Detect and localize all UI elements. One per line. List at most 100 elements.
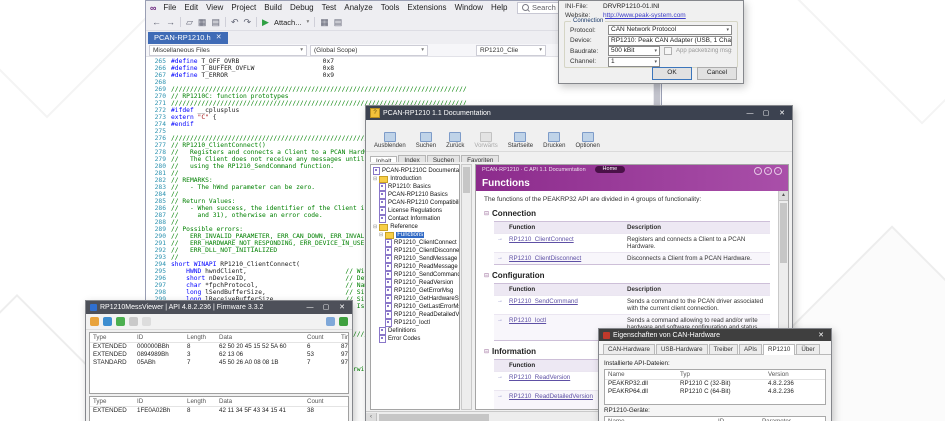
back-button[interactable]: Zurück [446,132,464,149]
tree-item[interactable]: RP1210_SendCommand [371,271,459,279]
tree-scrollbar[interactable] [461,164,472,410]
redo-icon[interactable]: ↷ [244,17,252,28]
column-header[interactable]: Typ [677,370,765,379]
tree-item[interactable]: ⊟Introduction [371,175,459,183]
tree-item[interactable]: ⊟Reference [371,223,459,231]
back-icon[interactable]: ← [152,17,161,27]
column-header[interactable]: Version [765,370,826,379]
protocol-select[interactable]: CAN Network Protocol ▾ [608,25,732,35]
menu-item-analyze[interactable]: Analyze [340,3,376,12]
tab-usb-hardware[interactable]: USB-Hardware [656,344,708,354]
function-link[interactable]: RP1210_ClientDisconnect [509,255,581,262]
column-header[interactable]: Length [184,333,216,342]
menu-item-build[interactable]: Build [260,3,286,12]
menu-item-project[interactable]: Project [227,3,260,12]
connect-icon[interactable] [116,317,125,326]
tree-item[interactable]: Error Codes [371,335,459,343]
function-link[interactable]: RP1210_ReadVersion [509,374,570,381]
undo-icon[interactable]: ↶ [231,17,239,28]
print-button[interactable]: Drucken [543,132,565,149]
open-icon[interactable] [90,317,99,326]
minimize-icon[interactable]: — [744,108,756,119]
tree-item[interactable]: PCAN-RP1210 Basics [371,191,459,199]
column-header[interactable]: Type [90,333,134,342]
tree-item[interactable]: Definitions [371,327,459,335]
banner-up-icon[interactable]: ˄ [764,167,772,175]
cancel-button[interactable]: Cancel [697,67,737,80]
close-tab-icon[interactable]: ✕ [216,32,222,44]
collapse-icon[interactable]: ⊟ [484,272,489,279]
column-header[interactable]: Data [216,333,304,342]
project-dropdown[interactable]: Miscellaneous Files ▾ [149,45,307,56]
expander-icon[interactable]: ⊟ [373,176,377,182]
hide-button[interactable]: Ausblenden [374,132,406,149]
column-header[interactable]: Timestamp [338,333,349,342]
close-icon[interactable]: ✕ [776,108,788,119]
save-icon[interactable]: ▦ [198,17,207,28]
tree-item[interactable]: RP1210_ClientDisconnect [371,247,459,255]
column-header[interactable]: ID [134,333,184,342]
column-header[interactable]: Count [304,333,338,342]
forward-icon[interactable]: → [166,17,175,27]
menu-item-help[interactable]: Help [487,3,511,12]
new-file-icon[interactable]: ▱ [186,17,193,28]
attach-button[interactable]: Attach... [274,18,302,27]
function-link[interactable]: RP1210_ClientConnect [509,236,574,243]
collapse-icon[interactable]: ⊟ [484,348,489,355]
help-icon[interactable] [326,317,335,326]
chevron-down-icon[interactable]: ▾ [306,19,309,25]
tab-can-hardware[interactable]: CAN-Hardware [603,344,655,354]
tree-item[interactable]: RP1210_ReadMessage [371,263,459,271]
tab-about[interactable]: Über [796,344,819,354]
collapse-icon[interactable]: ⊟ [484,210,489,217]
tool-grid-icon[interactable]: ▦ [320,17,329,28]
maximize-icon[interactable]: ▢ [320,302,332,313]
disconnect-icon[interactable] [129,317,138,326]
menu-item-debug[interactable]: Debug [286,3,318,12]
menu-item-extensions[interactable]: Extensions [403,3,450,12]
member-dropdown[interactable]: RP1210_Clie ▾ [476,45,546,56]
column-header[interactable]: Count [304,397,338,406]
refresh-icon[interactable] [103,317,112,326]
tree-item[interactable]: RP1210_SendMessage [371,255,459,263]
tree-item[interactable]: PCAN-RP1210 Compatibility [371,199,459,207]
list-item[interactable]: PEAKRP32.dllRP1210 C (32-Bit)4.8.2.236 [605,380,825,388]
tree-item[interactable]: PCAN-RP1210C Documentation [371,167,459,175]
list-item[interactable]: STANDARD05ABh745 50 26 A0 08 08 1B797525… [90,359,348,367]
forward-button[interactable]: Vorwärts [474,132,497,149]
function-link[interactable]: RP1210_SendCommand [509,298,578,305]
list-item[interactable]: EXTENDED0894989Bh362 13 06539754766 [90,351,348,359]
channel-select[interactable]: 1 ▾ [608,57,660,67]
function-link[interactable]: RP1210_Ioctl [509,317,546,324]
tree-item[interactable]: RP1210_GetHardwareStatus [371,295,459,303]
plug-icon[interactable] [339,317,348,326]
menu-item-view[interactable]: View [202,3,227,12]
minimize-icon[interactable]: — [304,302,316,313]
banner-prev-icon[interactable]: ‹ [754,167,762,175]
tree-item[interactable]: ⊟Functions [371,231,459,239]
baudrate-select[interactable]: 500 kBit ▾ [608,46,660,56]
maximize-icon[interactable]: ▢ [760,108,772,119]
menu-item-file[interactable]: File [159,3,180,12]
column-header[interactable]: Name [605,370,677,379]
tree-item[interactable]: License Regulations [371,207,459,215]
device-select[interactable]: RP1210: Peak CAN Adapter (USB, 1 Chann ▾ [608,36,732,46]
column-header[interactable]: ID [134,397,184,406]
column-header[interactable]: Data [216,397,304,406]
tab-driver[interactable]: Treiber [709,344,738,354]
tree-item[interactable]: RP1210_GetErrorMsg [371,287,459,295]
expander-icon[interactable]: ⊟ [373,224,377,230]
tree-item[interactable]: RP1210_ReadDetailedVersion [371,311,459,319]
close-icon[interactable]: ✕ [336,302,348,313]
column-header[interactable]: Length [184,397,216,406]
scope-dropdown[interactable]: (Global Scope) ▾ [310,45,428,56]
list-item[interactable]: EXTENDED000000BBh862 50 20 45 15 52 5A 6… [90,343,348,351]
column-header[interactable]: Name [605,417,715,421]
tree-item[interactable]: RP1210: Basics [371,183,459,191]
clear-icon[interactable] [142,317,151,326]
menu-item-test[interactable]: Test [318,3,341,12]
tab-apis[interactable]: APIs [739,344,762,354]
search-button[interactable]: Suchen [416,132,436,149]
list-item[interactable]: PEAKRP64.dllRP1210 C (64-Bit)4.8.2.236 [605,388,825,396]
tab-rp1210[interactable]: RP1210 [763,344,795,355]
